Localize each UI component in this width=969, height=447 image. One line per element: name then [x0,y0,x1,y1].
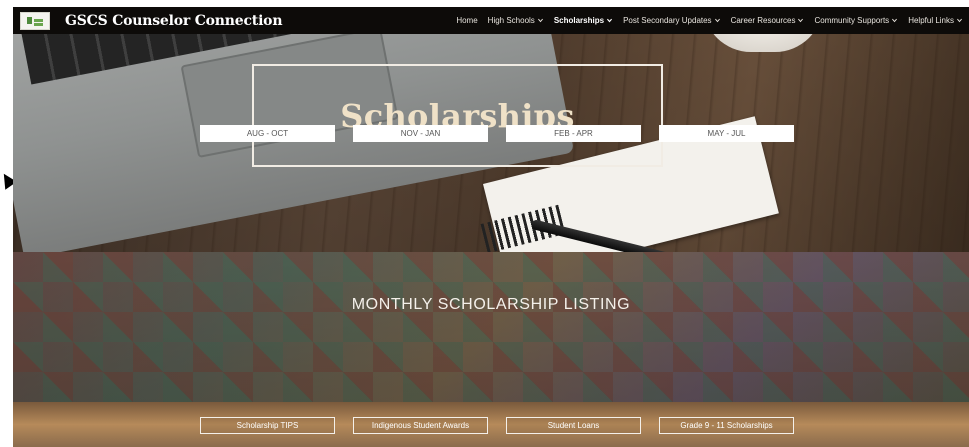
top-navigation-bar: GSCS Counselor Connection Home High Scho… [13,7,969,34]
nav-item-scholarships[interactable]: Scholarships [554,16,613,25]
chevron-down-icon [607,18,613,23]
nav-item-label: Helpful Links [908,16,954,25]
grade-9-11-scholarships-button[interactable]: Grade 9 - 11 Scholarships [659,417,794,434]
chevron-down-icon [714,18,720,23]
resource-buttons-row: Scholarship TIPS Indigenous Student Awar… [200,417,794,434]
chevron-down-icon [892,18,898,23]
nav-item-label: Community Supports [814,16,890,25]
nav-item-high-schools[interactable]: High Schools [488,16,544,25]
mosaic-overlay [13,252,969,402]
nav-item-home[interactable]: Home [456,16,477,25]
feb-apr-button[interactable]: FEB - APR [506,125,641,142]
main-menu: Home High Schools Scholarships Post Seco… [456,7,963,34]
site-title[interactable]: GSCS Counselor Connection [65,13,283,29]
aug-oct-button[interactable]: AUG - OCT [200,125,335,142]
chevron-down-icon [537,18,543,23]
scholarship-tips-button[interactable]: Scholarship TIPS [200,417,335,434]
school-logo-icon[interactable] [20,11,50,30]
nav-item-label: Scholarships [553,16,605,25]
chevron-down-icon [957,18,962,23]
nov-jan-button[interactable]: NOV - JAN [353,125,488,142]
nav-item-community-supports[interactable]: Community Supports [814,16,898,25]
nav-item-label: Post Secondary Updates [623,16,712,25]
may-jul-button[interactable]: MAY - JUL [659,125,794,142]
nav-item-post-secondary-updates[interactable]: Post Secondary Updates [623,16,721,25]
student-loans-button[interactable]: Student Loans [506,417,641,434]
nav-item-career-resources[interactable]: Career Resources [731,16,805,25]
nav-item-label: Home [456,16,478,25]
chevron-down-icon [798,18,804,23]
scholarship-listing-section: MONTHLY SCHOLARSHIP LISTING [13,252,969,402]
month-buttons-row: AUG - OCT NOV - JAN FEB - APR MAY - JUL [200,125,794,142]
hero-banner: Scholarships [13,34,969,252]
nav-item-label: High Schools [487,16,535,25]
listing-heading: MONTHLY SCHOLARSHIP LISTING [351,296,631,313]
page-frame: GSCS Counselor Connection Home High Scho… [13,7,969,447]
nav-item-helpful-links[interactable]: Helpful Links [908,16,963,25]
hero-title-box: Scholarships [252,64,663,167]
indigenous-student-awards-button[interactable]: Indigenous Student Awards [353,417,488,434]
nav-item-label: Career Resources [730,16,796,25]
